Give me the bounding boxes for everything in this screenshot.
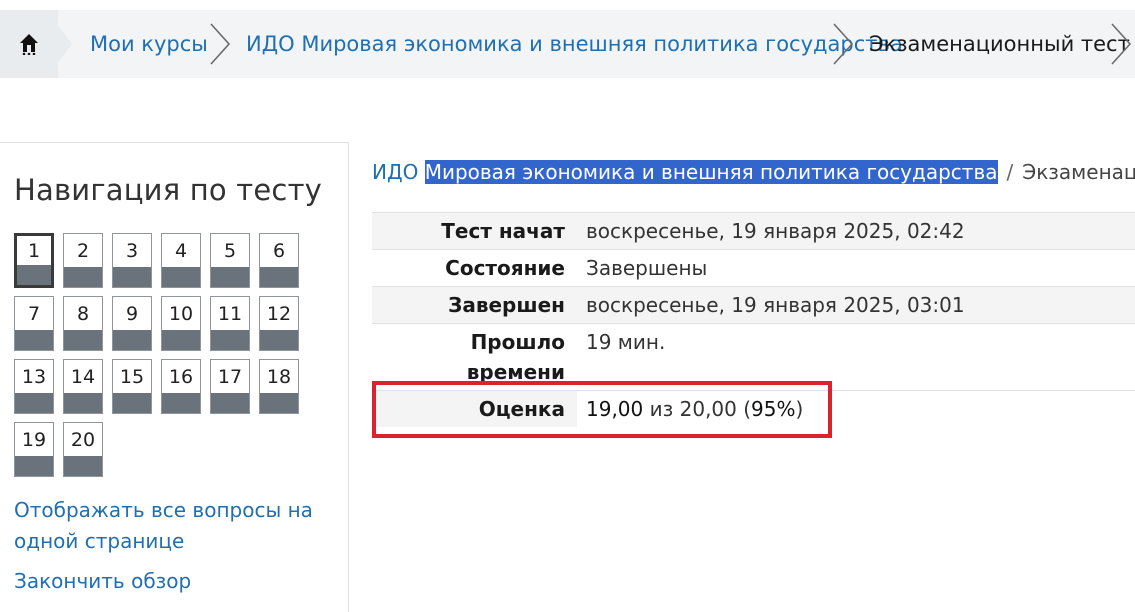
question-status-bar <box>15 330 53 350</box>
question-status-bar <box>64 330 102 350</box>
question-button-14[interactable]: 14 <box>63 359 103 414</box>
breadcrumb-home-arrow <box>46 10 72 78</box>
row-value: 19 мин. <box>586 330 666 354</box>
question-number: 12 <box>266 303 292 325</box>
heading-prefix[interactable]: ИДО <box>372 160 425 184</box>
attempt-summary-table: Тест начат воскресенье, 19 января 2025, … <box>372 212 1135 427</box>
table-row: Завершен воскресенье, 19 января 2025, 03… <box>372 286 1135 324</box>
grade-close-paren: ) <box>795 397 804 421</box>
question-button-17[interactable]: 17 <box>210 359 250 414</box>
question-button-9[interactable]: 9 <box>112 296 152 351</box>
page-heading: ИДО Мировая экономика и внешняя политика… <box>372 160 1135 184</box>
row-label: Тест начат <box>441 219 565 243</box>
question-number: 10 <box>168 303 194 325</box>
question-number: 19 <box>21 429 47 451</box>
quiz-navigation-block: Навигация по тесту 1 2 3 4 5 6 7 8 9 10 11 12 13 14 15… <box>0 142 349 612</box>
question-button-4[interactable]: 4 <box>161 233 201 288</box>
question-status-bar <box>64 393 102 413</box>
question-number: 17 <box>217 366 243 388</box>
question-status-bar <box>17 265 51 285</box>
question-status-bar <box>113 330 151 350</box>
grade-label: Оценка <box>372 390 577 427</box>
question-status-bar <box>162 330 200 350</box>
question-status-bar <box>113 393 151 413</box>
chevron-right-icon <box>1111 23 1132 65</box>
breadcrumb-course[interactable]: ИДО Мировая экономика и внешняя политика… <box>246 10 903 78</box>
question-button-5[interactable]: 5 <box>210 233 250 288</box>
breadcrumb-my-courses[interactable]: Мои курсы <box>90 10 208 78</box>
question-status-bar <box>260 330 298 350</box>
row-value: воскресенье, 19 января 2025, 02:42 <box>586 219 965 243</box>
question-number: 6 <box>272 240 286 262</box>
grade-score: 19,00 <box>586 397 644 421</box>
question-button-7[interactable]: 7 <box>14 296 54 351</box>
question-button-18[interactable]: 18 <box>259 359 299 414</box>
grade-value: 19,00 из 20,00 (95%) <box>577 390 1135 427</box>
row-value: Завершены <box>586 256 708 280</box>
question-status-bar <box>15 393 53 413</box>
question-button-8[interactable]: 8 <box>63 296 103 351</box>
question-button-6[interactable]: 6 <box>259 233 299 288</box>
question-button-3[interactable]: 3 <box>112 233 152 288</box>
show-all-questions-link[interactable]: Отображать все вопросы на одной странице <box>14 495 314 557</box>
question-number: 4 <box>174 240 188 262</box>
question-number: 5 <box>223 240 237 262</box>
question-button-1[interactable]: 1 <box>14 233 54 288</box>
question-number: 14 <box>70 366 96 388</box>
row-value: воскресенье, 19 января 2025, 03:01 <box>586 293 965 317</box>
question-status-bar <box>260 393 298 413</box>
question-number: 15 <box>119 366 145 388</box>
heading-selected-text[interactable]: Мировая экономика и внешняя политика гос… <box>424 160 998 184</box>
question-status-bar <box>260 267 298 287</box>
question-button-15[interactable]: 15 <box>112 359 152 414</box>
question-number: 7 <box>27 303 41 325</box>
table-row: Состояние Завершены <box>372 249 1135 287</box>
question-status-bar <box>211 330 249 350</box>
question-button-10[interactable]: 10 <box>161 296 201 351</box>
question-status-bar <box>162 267 200 287</box>
breadcrumb: Мои курсы ИДО Мировая экономика и внешня… <box>0 10 1135 78</box>
question-number: 13 <box>21 366 47 388</box>
question-button-16[interactable]: 16 <box>161 359 201 414</box>
table-row: Прошло времени 19 мин. <box>372 323 1135 391</box>
question-number: 20 <box>70 429 96 451</box>
question-number: 16 <box>168 366 194 388</box>
heading-tail: Экзаменационный тест <box>1022 160 1135 184</box>
question-number: 2 <box>76 240 90 262</box>
question-status-bar <box>211 393 249 413</box>
quiz-navigation-title: Навигация по тесту <box>14 173 323 207</box>
chevron-right-icon <box>833 23 854 65</box>
grade-row: Оценка 19,00 из 20,00 (95%) <box>372 390 1135 427</box>
home-icon <box>20 34 38 55</box>
grade-out-of: из 20,00 ( <box>643 397 752 421</box>
breadcrumb-current: Экзаменационный тест <box>869 32 1130 56</box>
question-status-bar <box>211 267 249 287</box>
question-button-11[interactable]: 11 <box>210 296 250 351</box>
question-number: 8 <box>76 303 90 325</box>
heading-separator: / <box>1006 160 1014 184</box>
question-number: 1 <box>27 240 41 262</box>
row-label: Завершен <box>448 293 565 317</box>
question-number: 11 <box>217 303 243 325</box>
question-status-bar <box>113 267 151 287</box>
question-grid: 1 2 3 4 5 6 7 8 9 10 11 12 13 14 15 16 17 18 19 20 <box>14 233 314 477</box>
question-number: 3 <box>125 240 139 262</box>
question-button-12[interactable]: 12 <box>259 296 299 351</box>
finish-review-link[interactable]: Закончить обзор <box>14 566 191 597</box>
grade-percent: 95% <box>751 397 796 421</box>
question-button-19[interactable]: 19 <box>14 422 54 477</box>
chevron-right-icon <box>210 23 231 65</box>
question-status-bar <box>162 393 200 413</box>
question-button-20[interactable]: 20 <box>63 422 103 477</box>
question-number: 9 <box>125 303 139 325</box>
row-label: Состояние <box>445 256 565 280</box>
row-label: Прошло времени <box>466 330 565 384</box>
question-button-2[interactable]: 2 <box>63 233 103 288</box>
question-status-bar <box>64 267 102 287</box>
question-number: 18 <box>266 366 292 388</box>
question-status-bar <box>15 456 53 476</box>
question-status-bar <box>64 456 102 476</box>
question-button-13[interactable]: 13 <box>14 359 54 414</box>
table-row: Тест начат воскресенье, 19 января 2025, … <box>372 212 1135 250</box>
